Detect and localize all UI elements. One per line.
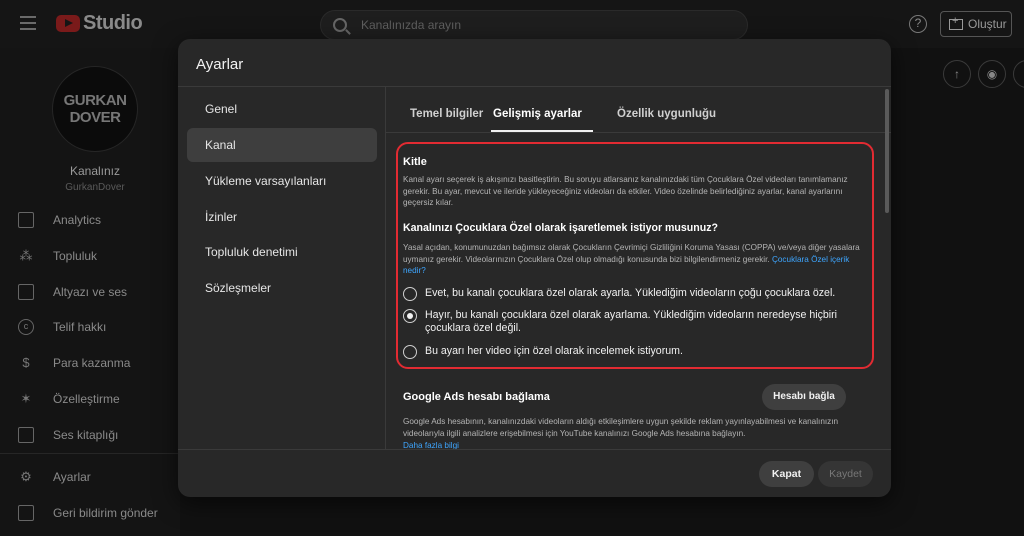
- logo-text: Studio: [83, 12, 143, 34]
- dialog-title: Ayarlar: [196, 56, 244, 73]
- audience-description: Kanal ayarı seçerek iş akışınızı basitle…: [403, 175, 848, 207]
- channel-name: Kanalınız: [69, 164, 121, 178]
- menu-item-upload-defaults[interactable]: Yükleme varsayılanları: [187, 164, 377, 198]
- coppa-text: Yasal açıdan, konumunuzdan bağımsız olar…: [403, 242, 863, 277]
- audience-title: Kitle: [403, 156, 427, 168]
- sidebar-item-label: Ayarlar: [53, 470, 91, 484]
- copyright-icon: c: [18, 319, 34, 335]
- audience-question: Kanalınızı Çocuklara Özel olarak işaretl…: [403, 222, 718, 234]
- option-no-label: Hayır, bu kanalı çocuklara özel olarak a…: [425, 309, 837, 334]
- sidebar-item-label: Geri bildirim gönder: [53, 506, 158, 520]
- sidebar-item-label: Ses kitaplığı: [53, 428, 119, 442]
- more-icon[interactable]: ▯: [1013, 60, 1024, 88]
- hamburger-menu-icon[interactable]: [20, 16, 36, 30]
- sidebar-item-customization[interactable]: ✶ Özelleştirme: [18, 389, 120, 409]
- sidebar-item-label: Para kazanma: [53, 356, 131, 370]
- settings-content[interactable]: Kitle Kanal ayarı seçerek iş akışınızı b…: [386, 134, 883, 449]
- analytics-icon: [18, 212, 34, 228]
- search-input[interactable]: Kanalınızda arayın: [320, 10, 748, 40]
- create-label: Oluştur: [968, 17, 1007, 31]
- sidebar-item-label: Topluluk: [53, 249, 98, 263]
- dollar-icon: $: [22, 355, 30, 370]
- menu-item-permissions[interactable]: İzinler: [187, 200, 377, 234]
- live-icon[interactable]: ◉: [978, 60, 1006, 88]
- feedback-icon: [18, 505, 34, 521]
- sidebar-item-audio-library[interactable]: Ses kitaplığı: [18, 425, 118, 445]
- sidebar-item-label: Telif hakkı: [53, 320, 107, 334]
- audience-option-per-video[interactable]: Bu ayarı her video için özel olarak ince…: [403, 345, 683, 359]
- dialog-footer-divider: [178, 449, 891, 450]
- audience-option-yes[interactable]: Evet, bu kanalı çocuklara özel olarak ay…: [403, 287, 835, 301]
- studio-logo[interactable]: Studio: [56, 12, 143, 35]
- link-account-button[interactable]: Hesabı bağla: [762, 384, 846, 410]
- subtitles-icon: [18, 284, 34, 300]
- tab-advanced-settings[interactable]: Gelişmiş ayarlar: [493, 108, 582, 120]
- create-video-icon: [949, 15, 963, 30]
- learn-more-link[interactable]: Daha fazla bilgi: [403, 440, 459, 449]
- community-icon: ⁂: [19, 248, 33, 263]
- upload-icon[interactable]: ↑: [943, 60, 971, 88]
- tab-feature-eligibility[interactable]: Özellik uygunluğu: [617, 108, 716, 120]
- sidebar-item-analytics[interactable]: Analytics: [18, 210, 101, 230]
- audience-option-no[interactable]: Hayır, bu kanalı çocuklara özel olarak a…: [403, 309, 863, 335]
- audio-library-icon: [18, 427, 34, 443]
- menu-item-general[interactable]: Genel: [187, 92, 377, 126]
- google-ads-description: Google Ads hesabının, kanalınızdaki vide…: [403, 417, 839, 438]
- youtube-logo-icon: [56, 15, 80, 32]
- radio-yes[interactable]: [403, 287, 417, 301]
- sidebar: GURKAN DOVER Kanalınız GurkanDover Analy…: [0, 48, 180, 536]
- option-yes-label: Evet, bu kanalı çocuklara özel olarak ay…: [425, 287, 836, 299]
- avatar-text-line1: GURKAN: [63, 92, 127, 109]
- search-placeholder: Kanalınızda arayın: [361, 18, 462, 32]
- avatar[interactable]: GURKAN DOVER: [52, 66, 138, 152]
- sidebar-item-label: Analytics: [53, 213, 102, 227]
- option-per-video-label: Bu ayarı her video için özel olarak ince…: [425, 345, 683, 357]
- close-button[interactable]: Kapat: [759, 461, 814, 487]
- tab-basic-info[interactable]: Temel bilgiler: [410, 108, 483, 120]
- save-button[interactable]: Kaydet: [818, 461, 873, 487]
- create-button[interactable]: Oluştur: [940, 11, 1012, 37]
- sidebar-item-label: Altyazı ve ses: [53, 285, 128, 299]
- sidebar-item-label: Özelleştirme: [53, 392, 120, 406]
- scrollbar-thumb[interactable]: [885, 89, 889, 213]
- radio-no-selected[interactable]: [403, 309, 417, 323]
- active-tab-indicator: [491, 130, 593, 132]
- radio-per-video[interactable]: [403, 345, 417, 359]
- sidebar-divider: [0, 453, 180, 454]
- sidebar-item-feedback[interactable]: Geri bildirim gönder: [18, 503, 158, 523]
- gear-icon: ⚙: [20, 469, 32, 484]
- help-icon[interactable]: ?: [909, 15, 927, 33]
- menu-item-agreements[interactable]: Sözleşmeler: [187, 271, 377, 305]
- settings-tabs: Temel bilgiler Gelişmiş ayarlar Özellik …: [386, 87, 891, 133]
- avatar-text-line2: DOVER: [69, 109, 121, 126]
- wand-icon: ✶: [20, 391, 32, 406]
- menu-item-community-moderation[interactable]: Topluluk denetimi: [187, 235, 377, 269]
- sidebar-item-monetization[interactable]: $ Para kazanma: [18, 353, 130, 373]
- sidebar-item-subtitles[interactable]: Altyazı ve ses: [18, 282, 127, 302]
- sidebar-item-settings[interactable]: ⚙ Ayarlar: [18, 467, 91, 487]
- sidebar-item-community[interactable]: ⁂ Topluluk: [18, 246, 98, 266]
- settings-dialog: Ayarlar Genel Kanal Yükleme varsayılanla…: [178, 39, 891, 497]
- sidebar-item-copyright[interactable]: c Telif hakkı: [18, 317, 106, 337]
- menu-item-channel[interactable]: Kanal: [187, 128, 377, 162]
- google-ads-title: Google Ads hesabı bağlama: [403, 391, 550, 403]
- settings-menu: Genel Kanal Yükleme varsayılanları İzinl…: [178, 87, 386, 449]
- search-icon: [333, 18, 347, 32]
- channel-handle: GurkanDover: [65, 182, 125, 193]
